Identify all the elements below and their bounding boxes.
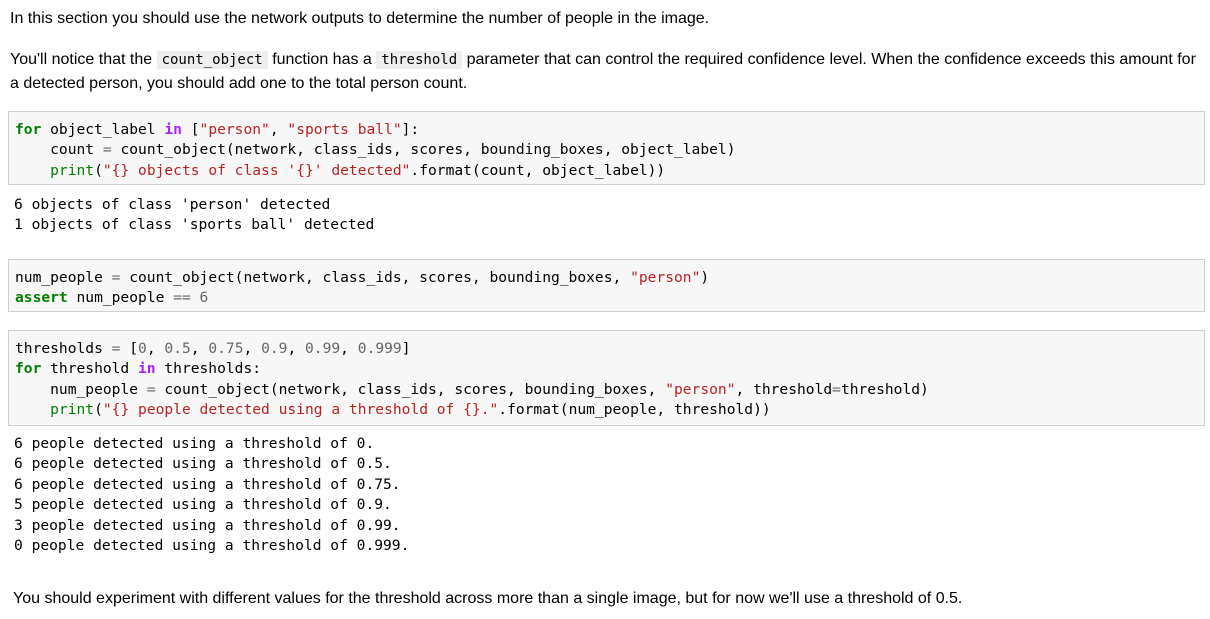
paragraph-text: function has a xyxy=(272,51,372,68)
code-cell-count-objects[interactable]: for object_label in ["person", "sports b… xyxy=(8,111,1205,185)
code-line: thresholds = [0, 0.5, 0.75, 0.9, 0.99, 0… xyxy=(15,340,411,357)
code-cell-assert-people[interactable]: num_people = count_object(network, class… xyxy=(8,259,1205,312)
output-line: 3 people detected using a threshold of 0… xyxy=(14,516,401,534)
code-cell-thresholds[interactable]: thresholds = [0, 0.5, 0.75, 0.9, 0.99, 0… xyxy=(8,330,1205,426)
code-line: num_people = count_object(network, class… xyxy=(15,269,710,286)
code-input[interactable]: num_people = count_object(network, class… xyxy=(15,268,709,309)
code-line: print("{} objects of class '{}' detected… xyxy=(50,161,666,179)
output-line: 1 objects of class 'sports ball' detecte… xyxy=(14,216,375,234)
inline-code-count-object: count_object xyxy=(156,51,268,69)
code-line: for object_label in ["person", "sports b… xyxy=(15,121,420,138)
inline-code-threshold: threshold xyxy=(376,51,463,69)
code-input[interactable]: thresholds = [0, 0.5, 0.75, 0.9, 0.99, 0… xyxy=(15,339,929,421)
output-line: 6 people detected using a threshold of 0… xyxy=(14,475,401,493)
code-input[interactable]: for object_label in ["person", "sports b… xyxy=(15,120,736,181)
threshold-explanation-paragraph: You'll notice that the count_object func… xyxy=(10,48,1200,96)
output-line: 6 objects of class 'person' detected xyxy=(14,196,331,213)
closing-paragraph: You should experiment with different val… xyxy=(13,590,963,607)
paragraph-text: You'll notice that the xyxy=(10,51,153,68)
cell-output: 6 people detected using a threshold of 0… xyxy=(14,434,409,556)
intro-paragraph: In this section you should use the netwo… xyxy=(10,10,710,27)
code-line: assert num_people == 6 xyxy=(15,289,209,307)
output-line: 5 people detected using a threshold of 0… xyxy=(14,496,392,514)
output-line: 6 people detected using a threshold of 0… xyxy=(14,435,375,452)
output-line: 6 people detected using a threshold of 0… xyxy=(14,455,392,473)
output-line: 0 people detected using a threshold of 0… xyxy=(14,537,410,555)
code-line: for threshold in thresholds: xyxy=(15,360,262,378)
code-line: num_people = count_object(network, class… xyxy=(15,380,929,398)
code-line: count = count_object(network, class_ids,… xyxy=(15,141,736,159)
cell-output: 6 objects of class 'person' detected 1 ob… xyxy=(14,195,374,236)
code-line: print("{} people detected using a thresh… xyxy=(50,401,771,419)
